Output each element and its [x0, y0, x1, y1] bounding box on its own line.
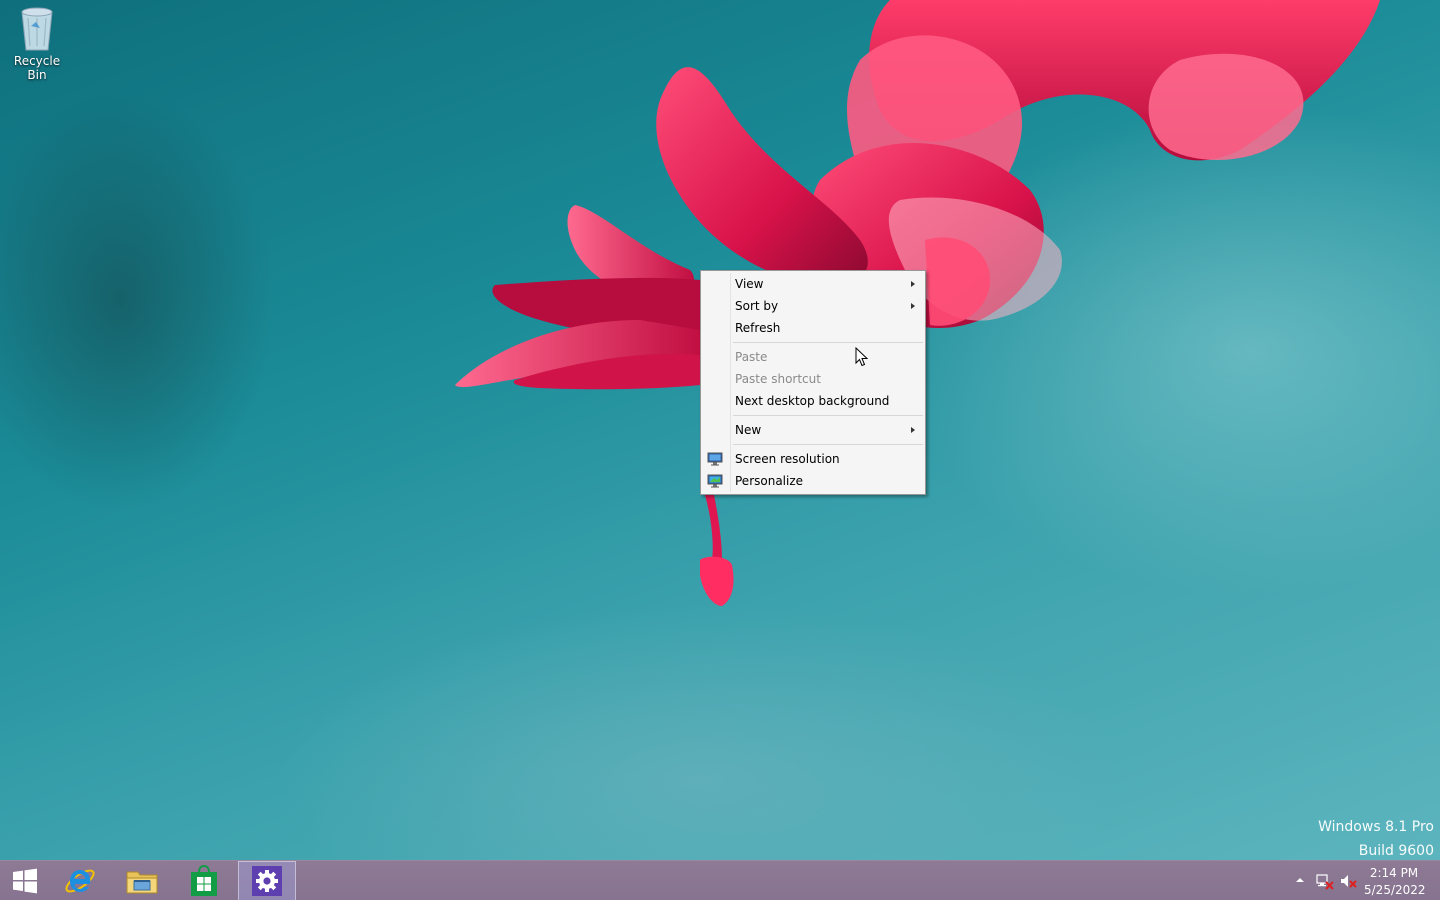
folder-icon — [126, 871, 158, 894]
gear-icon — [252, 866, 282, 896]
start-button[interactable] — [0, 861, 50, 900]
windows-watermark: Windows 8.1 Pro Build 9600 — [1318, 815, 1434, 863]
menu-item-next-desktop-background[interactable]: Next desktop background — [701, 390, 925, 412]
ie-icon — [65, 869, 95, 893]
taskbar-store[interactable] — [176, 861, 232, 900]
menu-item-label: Refresh — [735, 321, 781, 335]
windows-logo-icon — [13, 868, 37, 894]
taskbar-file-explorer[interactable] — [114, 861, 170, 900]
submenu-arrow-icon — [911, 281, 915, 287]
monitor-icon — [707, 452, 723, 466]
volume-muted-icon[interactable] — [1340, 874, 1358, 890]
system-tray: 2:14 PM 5/25/2022 — [1280, 861, 1440, 900]
watermark-edition: Windows 8.1 Pro — [1318, 819, 1434, 835]
menu-item-label: Personalize — [735, 474, 804, 488]
submenu-arrow-icon — [911, 303, 915, 309]
mouse-cursor-icon — [855, 347, 869, 367]
menu-item-label: Paste shortcut — [735, 372, 821, 386]
clock-time: 2:14 PM — [1369, 866, 1419, 880]
menu-separator — [733, 444, 923, 445]
menu-item-label: New — [735, 423, 762, 437]
menu-item-refresh[interactable]: Refresh — [701, 317, 925, 339]
desktop-icon-label: Recycle Bin — [13, 54, 61, 82]
menu-item-sort-by[interactable]: Sort by — [701, 295, 925, 317]
store-icon — [191, 865, 217, 896]
taskbar-clock[interactable]: 2:14 PM 5/25/2022 — [1364, 865, 1426, 899]
desktop-icon-recycle-bin[interactable]: Recycle Bin — [4, 4, 70, 82]
taskbar: 2:14 PM 5/25/2022 — [0, 860, 1440, 900]
menu-item-view[interactable]: View — [701, 273, 925, 295]
menu-item-label: View — [735, 277, 764, 291]
menu-item-new[interactable]: New — [701, 419, 925, 441]
recycle-bin-icon — [21, 7, 53, 51]
taskbar-settings[interactable] — [238, 861, 296, 900]
clock-date: 5/25/2022 — [1364, 883, 1426, 897]
submenu-arrow-icon — [911, 427, 915, 433]
menu-item-paste-shortcut[interactable]: Paste shortcut — [701, 368, 925, 390]
chevron-up-icon[interactable] — [1296, 877, 1304, 883]
desktop[interactable]: Recycle Bin Windows 8.1 Pro Build 9600 V… — [0, 0, 1440, 900]
menu-separator — [733, 415, 923, 416]
network-icon[interactable] — [1316, 874, 1334, 890]
menu-item-screen-resolution[interactable]: Screen resolution — [701, 448, 925, 470]
desktop-context-menu: View Sort by Refresh Paste Paste shortcu… — [700, 270, 926, 495]
menu-item-label: Sort by — [735, 299, 779, 313]
menu-item-label: Next desktop background — [735, 394, 890, 408]
menu-separator — [733, 342, 923, 343]
menu-item-label: Paste — [735, 350, 768, 364]
personalize-icon — [707, 474, 723, 488]
menu-item-label: Screen resolution — [735, 452, 840, 466]
taskbar-internet-explorer[interactable] — [52, 861, 108, 900]
menu-item-personalize[interactable]: Personalize — [701, 470, 925, 492]
menu-item-paste[interactable]: Paste — [701, 346, 925, 368]
